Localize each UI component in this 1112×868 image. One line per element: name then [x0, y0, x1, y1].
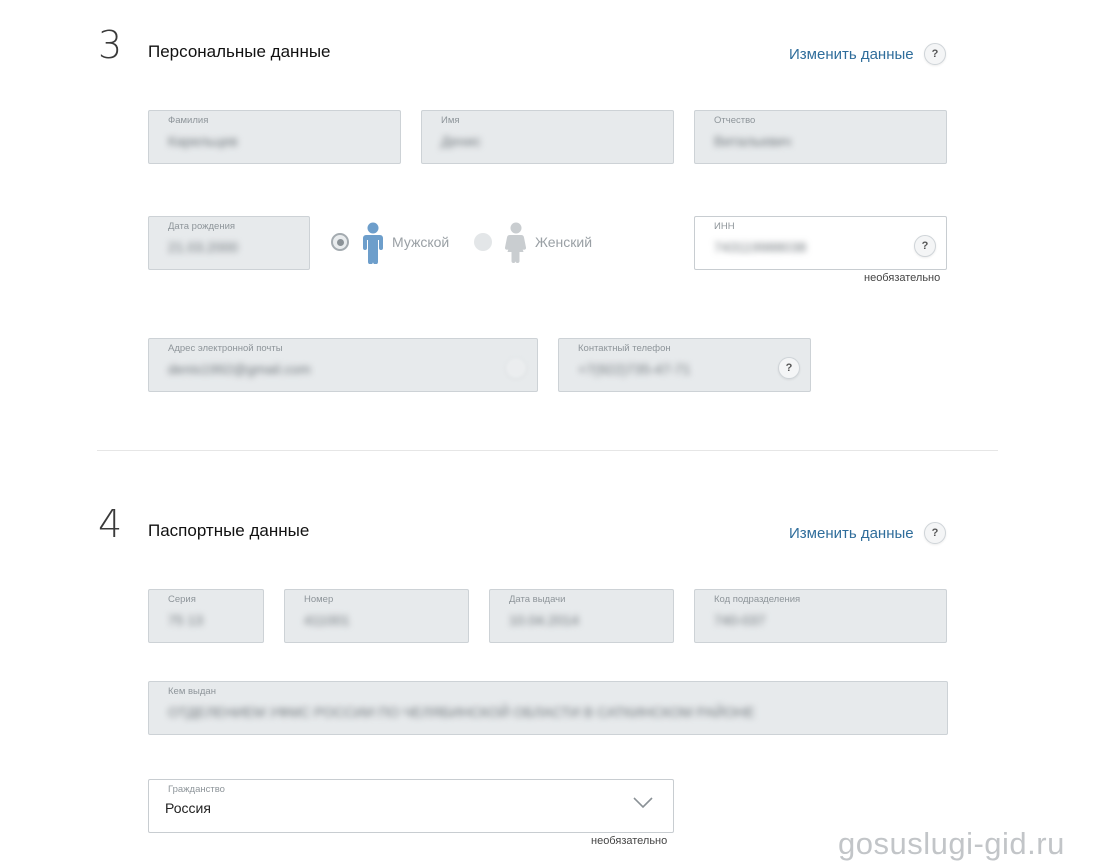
- edit-passport-link[interactable]: Изменить данные: [789, 525, 914, 542]
- field-value: Витальевич: [714, 133, 791, 149]
- field-value: 743119988038: [714, 239, 807, 255]
- chevron-down-icon[interactable]: [633, 797, 653, 809]
- field-label: Фамилия: [168, 115, 209, 126]
- patronymic-field[interactable]: Отчество Витальевич: [694, 110, 947, 164]
- help-icon[interactable]: [505, 357, 527, 379]
- watermark: gosuslugi-gid.ru: [838, 826, 1065, 861]
- email-field[interactable]: Адрес электронной почты denis1992@gmail.…: [148, 338, 538, 392]
- field-value: 21.03.2000: [168, 239, 239, 255]
- field-value: 740-037: [714, 612, 766, 628]
- passport-dept-code-field[interactable]: Код подразделения 740-037: [694, 589, 947, 643]
- field-label: Номер: [304, 594, 334, 605]
- field-label: ИНН: [714, 221, 735, 232]
- surname-field[interactable]: Фамилия Карельцев: [148, 110, 401, 164]
- passport-number-field[interactable]: Номер 411001: [284, 589, 469, 643]
- help-icon[interactable]: ?: [924, 522, 946, 544]
- passport-issue-date-field[interactable]: Дата выдачи 10.04.2014: [489, 589, 674, 643]
- field-value: Карельцев: [168, 133, 238, 149]
- field-value: ОТДЕЛЕНИЕМ УФМС РОССИИ ПО ЧЕЛЯБИНСКОЙ ОБ…: [168, 704, 755, 720]
- section-title-personal: Персональные данные: [148, 42, 331, 61]
- field-value: denis1992@gmail.com: [168, 361, 311, 377]
- field-label: Дата выдачи: [509, 594, 566, 605]
- edit-personal-link[interactable]: Изменить данные: [789, 46, 914, 63]
- male-person-icon: [363, 222, 383, 264]
- field-value: 75 13: [168, 612, 204, 628]
- help-icon[interactable]: ?: [914, 235, 936, 257]
- field-value: Денис: [441, 133, 481, 149]
- passport-series-field[interactable]: Серия 75 13: [148, 589, 264, 643]
- field-label: Адрес электронной почты: [168, 343, 283, 354]
- gender-female-label[interactable]: Женский: [535, 234, 592, 250]
- name-field[interactable]: Имя Денис: [421, 110, 674, 164]
- section-number-passport: 4: [98, 502, 123, 546]
- field-label: Дата рождения: [168, 221, 236, 232]
- field-label: Серия: [168, 594, 196, 605]
- field-label: Отчество: [714, 115, 756, 126]
- section-divider: [97, 450, 998, 451]
- help-icon[interactable]: ?: [778, 357, 800, 379]
- help-icon[interactable]: ?: [924, 43, 946, 65]
- field-value: +7(922)735-47-71: [578, 361, 691, 377]
- field-label: Кем выдан: [168, 686, 216, 697]
- passport-issued-by-field[interactable]: Кем выдан ОТДЕЛЕНИЕМ УФМС РОССИИ ПО ЧЕЛЯ…: [148, 681, 948, 735]
- female-person-icon: [504, 222, 527, 263]
- citizenship-select[interactable]: Гражданство Россия: [148, 779, 674, 833]
- gender-female-radio[interactable]: [474, 233, 492, 251]
- gender-male-radio[interactable]: [331, 233, 349, 251]
- inn-field[interactable]: ИНН 743119988038 ?: [694, 216, 947, 270]
- phone-field[interactable]: Контактный телефон +7(922)735-47-71 ?: [558, 338, 811, 392]
- field-label: Гражданство: [168, 784, 225, 795]
- section-number-personal: 3: [98, 23, 123, 67]
- birthdate-field[interactable]: Дата рождения 21.03.2000: [148, 216, 310, 270]
- field-value: Россия: [165, 800, 211, 816]
- field-value: 411001: [304, 612, 350, 628]
- inn-optional-note: необязательно: [864, 272, 941, 284]
- gender-male-label[interactable]: Мужской: [392, 234, 449, 250]
- field-label: Имя: [441, 115, 460, 126]
- field-value: 10.04.2014: [509, 612, 580, 628]
- citizenship-optional-note: необязательно: [591, 835, 668, 847]
- section-title-passport: Паспортные данные: [148, 521, 310, 540]
- field-label: Код подразделения: [714, 594, 801, 605]
- field-label: Контактный телефон: [578, 343, 671, 354]
